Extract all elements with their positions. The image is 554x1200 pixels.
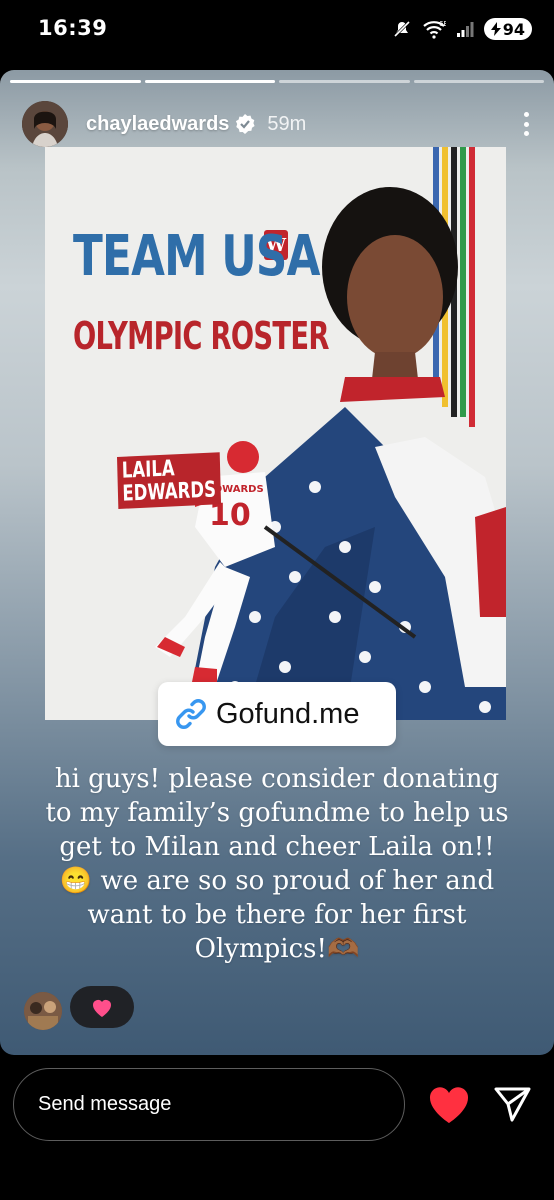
- more-options-button[interactable]: [518, 109, 534, 139]
- player-name-tag: LAILA EDWARDS: [117, 452, 221, 510]
- progress-segment: [144, 80, 275, 83]
- link-icon: [176, 699, 206, 729]
- user-avatar[interactable]: [22, 101, 68, 147]
- status-icons: 6E 94: [392, 16, 532, 42]
- send-message-placeholder: Send message: [38, 1093, 172, 1115]
- progress-segment: [413, 80, 544, 83]
- poster-title: TEAM USA: [73, 224, 320, 289]
- battery-level: 94: [502, 19, 525, 39]
- username[interactable]: chaylaedwards: [86, 113, 229, 136]
- story-viewer[interactable]: chaylaedwards 59m 10 EDWARDS W TEAM USA …: [0, 70, 554, 1055]
- link-sticker[interactable]: Gofund.me: [158, 682, 396, 746]
- dot-icon: [523, 112, 529, 117]
- progress-segment: [279, 80, 410, 83]
- poster-subtitle: OLYMPIC ROSTER: [73, 314, 329, 358]
- charging-bolt-icon: [490, 22, 501, 36]
- post-time: 59m: [267, 112, 307, 135]
- like-heart-icon[interactable]: [428, 1086, 470, 1124]
- heart-icon: [93, 1000, 111, 1017]
- signal-icon: [456, 22, 474, 37]
- dot-icon: [523, 121, 529, 127]
- story-header: chaylaedwards 59m: [22, 99, 534, 149]
- viewer-avatar[interactable]: [24, 992, 62, 1030]
- svg-text:6E: 6E: [439, 20, 446, 28]
- player-last-name: EDWARDS: [122, 477, 217, 507]
- verified-badge-icon: [236, 114, 256, 134]
- send-message-input[interactable]: Send message: [13, 1068, 405, 1141]
- send-share-icon[interactable]: [492, 1084, 532, 1124]
- story-progress-bar: [10, 80, 544, 83]
- mute-icon: [393, 20, 410, 38]
- heart-reaction-bubble[interactable]: [70, 986, 134, 1028]
- clock: 16:39: [38, 16, 108, 40]
- wifi-icon: 6E: [423, 20, 446, 39]
- link-sticker-label: Gofund.me: [216, 697, 360, 730]
- battery-indicator: 94: [483, 18, 532, 40]
- status-bar: 16:39 6E 94: [0, 0, 554, 62]
- story-image: 10 EDWARDS W TEAM USA OLYMPIC ROSTER LAI…: [45, 147, 506, 720]
- story-caption: hi guys! please consider donating to my …: [45, 764, 509, 964]
- dot-icon: [523, 131, 529, 136]
- progress-segment: [10, 80, 141, 83]
